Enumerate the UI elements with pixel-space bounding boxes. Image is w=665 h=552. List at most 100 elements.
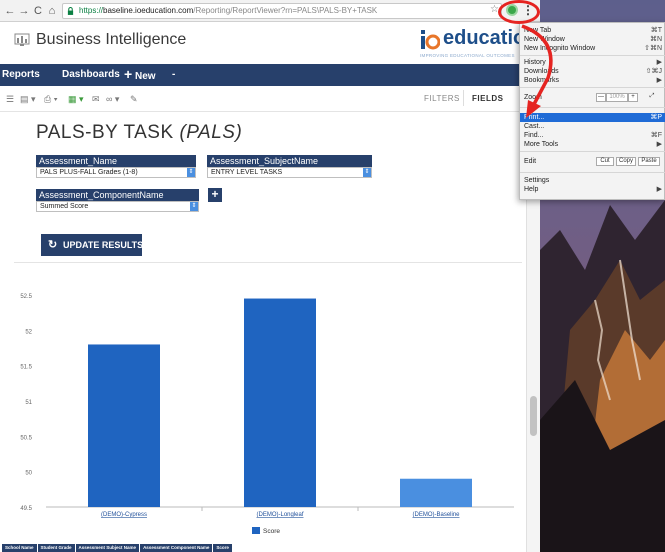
layout-dropdown-icon[interactable]: ▤ ▾	[20, 94, 36, 105]
nav-reports[interactable]: Reports	[2, 69, 40, 80]
report-toolbar: ☰ ▤ ▾ ⎙ ▾ ▦ ▾ ✉ ∞ ▾ ✎ FILTERS FIELDS	[0, 86, 525, 112]
assessment-subject-select[interactable]: ENTRY LEVEL TASKS ⇕	[207, 167, 372, 178]
update-results-button[interactable]: ↻ UPDATE RESULTS	[41, 234, 144, 256]
address-bar[interactable]: https://baseline.ioeducation.com/Reporti…	[62, 3, 502, 19]
io-logo-icon	[421, 30, 440, 50]
col-assessment-subject[interactable]: Assessment Subject Name	[75, 544, 140, 552]
bar-3	[400, 478, 472, 507]
menu-item-print[interactable]: Print... ⌘P	[520, 113, 665, 122]
col-score[interactable]: Score	[213, 544, 232, 552]
menu-shortcut: ⌘F	[650, 132, 662, 139]
menu-item-cast[interactable]: Cast...	[520, 122, 665, 131]
back-icon[interactable]: ←	[4, 4, 16, 18]
col-student-grade[interactable]: Student Grade	[37, 544, 75, 552]
select-value: ENTRY LEVEL TASKS	[211, 169, 283, 176]
menu-shortcut: ⇧⌘N	[644, 45, 662, 52]
y-tick-label: 50.5	[20, 435, 32, 441]
menu-item-label: Edit	[524, 158, 537, 165]
brand-tagline: IMPROVING EDUCATIONAL OUTCOMES	[420, 53, 515, 58]
menu-item-label: Bookmarks	[524, 77, 560, 84]
menu-item-new-tab[interactable]: New Tab ⌘T	[520, 26, 665, 35]
assessment-name-select[interactable]: PALS PLUS-FALL Grades (1-8) ⇕	[36, 167, 196, 178]
link-dropdown-icon[interactable]: ∞ ▾	[106, 94, 119, 105]
menu-item-help[interactable]: Help ▶	[520, 185, 665, 194]
edit-pencil-icon[interactable]: ✎	[130, 94, 138, 105]
annotation-circle	[498, 0, 540, 24]
nav-more-dropdown[interactable]: -	[172, 69, 175, 80]
forward-icon[interactable]: →	[18, 4, 30, 18]
menu-shortcut: ⇧⌘J	[645, 68, 662, 75]
menu-item-label: New Tab	[524, 27, 552, 34]
fullscreen-icon[interactable]: ⤢	[646, 93, 658, 102]
nav-dashboards[interactable]: Dashboards	[62, 69, 120, 80]
menu-item-bookmarks[interactable]: Bookmarks ▶	[520, 76, 665, 85]
menu-item-settings[interactable]: Settings	[520, 176, 665, 185]
param-assessment-name: Assessment_Name PALS PLUS-FALL Grades (1…	[36, 155, 196, 178]
print-dropdown-icon[interactable]: ⎙ ▾	[44, 94, 57, 105]
lock-icon	[67, 7, 74, 15]
scrollbar-thumb[interactable]	[530, 396, 537, 436]
menu-item-label: Settings	[524, 177, 550, 184]
x-tick-label: (DEMO)-Baseline	[412, 512, 460, 518]
menu-item-zoom: Zoom — 100% + ⤢	[520, 92, 665, 104]
col-school-name[interactable]: School Name	[2, 544, 37, 552]
home-icon[interactable]: ⌂	[46, 4, 58, 18]
menu-item-find[interactable]: Find... ⌘F	[520, 131, 665, 140]
select-caret-icon: ⇕	[190, 202, 198, 211]
menu-item-label: Downloads	[524, 68, 559, 75]
menu-item-label: Help	[524, 186, 539, 193]
select-value: PALS PLUS-FALL Grades (1-8)	[40, 169, 138, 176]
chevron-right-icon: ▶	[656, 141, 662, 148]
report-title: PALS-BY TASK (PALS)	[36, 122, 242, 144]
y-tick-label: 51	[25, 400, 32, 406]
edit-paste-button[interactable]: Paste	[638, 157, 660, 166]
menu-item-edit: Edit Cut Copy Paste	[520, 156, 665, 168]
menu-separator	[520, 151, 665, 152]
nav-new[interactable]: + New	[124, 66, 156, 82]
url-host: baseline.ioeducation.com	[103, 6, 194, 15]
plus-icon: +	[124, 66, 133, 82]
tab-divider	[463, 90, 464, 106]
menu-shortcut: ⌘N	[649, 36, 662, 43]
report-title-suffix: (PALS)	[179, 122, 243, 143]
select-caret-icon: ⇕	[187, 168, 195, 177]
chevron-right-icon: ▶	[656, 77, 662, 84]
param-label: Assessment_ComponentName	[36, 189, 199, 201]
zoom-in-button[interactable]: +	[628, 93, 638, 102]
tab-filters[interactable]: FILTERS	[424, 94, 460, 103]
email-icon[interactable]: ✉	[92, 94, 100, 105]
select-caret-icon: ⇕	[363, 168, 371, 177]
x-tick-label: (DEMO)-Longleaf	[256, 512, 303, 518]
app-header: Business Intelligence education IMPROVIN…	[0, 22, 540, 64]
chevron-right-icon: ▶	[656, 186, 662, 193]
menu-separator	[520, 55, 665, 56]
zoom-out-button[interactable]: —	[596, 93, 606, 102]
menu-icon[interactable]: ☰	[6, 94, 14, 105]
menu-item-downloads[interactable]: Downloads ⇧⌘J	[520, 67, 665, 76]
reload-icon[interactable]: C	[32, 4, 44, 18]
edit-copy-button[interactable]: Copy	[616, 157, 636, 166]
param-label: Assessment_Name	[36, 155, 196, 167]
main-nav: Reports Dashboards + New -	[0, 64, 540, 86]
legend-label: Score	[263, 528, 280, 535]
menu-item-new-window[interactable]: New Window ⌘N	[520, 35, 665, 44]
y-tick-label: 52	[25, 329, 32, 335]
update-results-label: UPDATE RESULTS	[63, 240, 144, 250]
zoom-level: 100%	[606, 93, 628, 102]
bar-2	[244, 298, 316, 507]
add-parameter-button[interactable]: +	[208, 188, 222, 202]
x-tick-label: (DEMO)-Cypress	[101, 512, 147, 518]
menu-item-more-tools[interactable]: More Tools ▶	[520, 140, 665, 149]
chrome-menu: New Tab ⌘T New Window ⌘N New Incognito Win…	[519, 22, 665, 200]
y-tick-label: 50	[25, 471, 32, 477]
menu-item-new-incognito[interactable]: New Incognito Window ⇧⌘N	[520, 44, 665, 53]
score-bar-chart: 52.5 52 51.5 51 50.5 50 49.5 (DEMO)-Cypress (DEM…	[20, 294, 514, 535]
assessment-component-select[interactable]: Summed Score ⇕	[36, 201, 199, 212]
menu-separator	[520, 87, 665, 88]
tab-fields[interactable]: FIELDS	[472, 94, 503, 103]
excel-export-icon[interactable]: ▦ ▾	[68, 94, 84, 105]
refresh-icon: ↻	[48, 239, 58, 251]
menu-item-history[interactable]: History ▶	[520, 58, 665, 67]
edit-cut-button[interactable]: Cut	[596, 157, 614, 166]
col-assessment-component[interactable]: Assessment Component Name	[140, 544, 213, 552]
